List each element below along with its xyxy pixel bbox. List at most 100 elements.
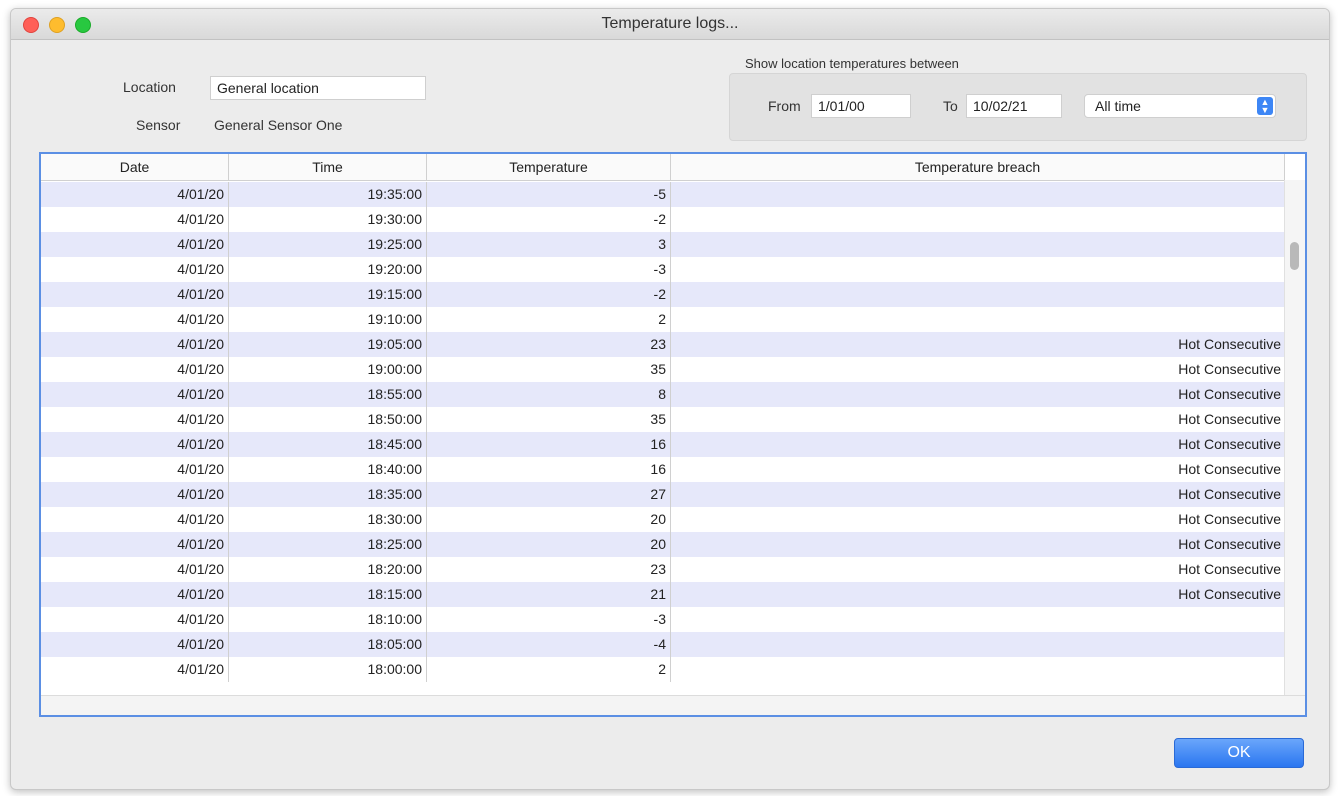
column-header-time[interactable]: Time bbox=[229, 154, 427, 180]
cell-temperature: 35 bbox=[427, 357, 671, 382]
table-row[interactable]: 4/01/20 18:35:00 27 Hot Consecutive bbox=[41, 482, 1285, 507]
cell-time: 19:35:00 bbox=[229, 182, 427, 207]
up-down-chevron-icon: ▲ ▼ bbox=[1257, 97, 1273, 115]
cell-temperature: -3 bbox=[427, 257, 671, 282]
table-row[interactable]: 4/01/20 19:15:00 -2 bbox=[41, 282, 1285, 307]
cell-temperature-breach bbox=[671, 632, 1285, 657]
to-date-field[interactable]: 10/02/21 bbox=[966, 94, 1062, 118]
table-row[interactable]: 4/01/20 18:00:00 2 bbox=[41, 657, 1285, 682]
cell-date: 4/01/20 bbox=[41, 657, 229, 682]
cell-time: 18:35:00 bbox=[229, 482, 427, 507]
cell-date: 4/01/20 bbox=[41, 507, 229, 532]
title-bar[interactable]: Temperature logs... bbox=[11, 9, 1329, 40]
window-title: Temperature logs... bbox=[601, 15, 739, 32]
table-row[interactable]: 4/01/20 19:20:00 -3 bbox=[41, 257, 1285, 282]
cell-temperature: 23 bbox=[427, 332, 671, 357]
cell-time: 18:40:00 bbox=[229, 457, 427, 482]
sensor-value: General Sensor One bbox=[214, 117, 343, 133]
cell-temperature-breach bbox=[671, 307, 1285, 332]
cell-temperature-breach bbox=[671, 282, 1285, 307]
table-row[interactable]: 4/01/20 18:20:00 23 Hot Consecutive bbox=[41, 557, 1285, 582]
to-label: To bbox=[943, 98, 958, 114]
cell-temperature-breach: Hot Consecutive bbox=[1178, 511, 1281, 527]
cell-time: 18:50:00 bbox=[229, 407, 427, 432]
table-row[interactable]: 4/01/20 19:05:00 23 Hot Consecutive bbox=[41, 332, 1285, 357]
cell-date: 4/01/20 bbox=[41, 557, 229, 582]
cell-temperature: 20 bbox=[427, 507, 671, 532]
sensor-label: Sensor bbox=[136, 117, 181, 133]
location-field[interactable]: General location bbox=[210, 76, 426, 100]
cell-temperature-breach: Hot Consecutive bbox=[1178, 386, 1281, 402]
table-footer bbox=[41, 695, 1305, 715]
cell-date: 4/01/20 bbox=[41, 232, 229, 257]
cell-temperature-breach: Hot Consecutive bbox=[1178, 436, 1281, 452]
cell-date: 4/01/20 bbox=[41, 257, 229, 282]
table-row[interactable]: 4/01/20 18:15:00 21 Hot Consecutive bbox=[41, 582, 1285, 607]
cell-time: 18:45:00 bbox=[229, 432, 427, 457]
cell-time: 19:10:00 bbox=[229, 307, 427, 332]
cell-temperature: 8 bbox=[427, 382, 671, 407]
cell-temperature-breach: Hot Consecutive bbox=[1178, 461, 1281, 477]
column-header-temperature-breach[interactable]: Temperature breach bbox=[671, 154, 1285, 180]
cell-temperature: -3 bbox=[427, 607, 671, 632]
table-row[interactable]: 4/01/20 19:30:00 -2 bbox=[41, 207, 1285, 232]
table-row[interactable]: 4/01/20 18:25:00 20 Hot Consecutive bbox=[41, 532, 1285, 557]
date-preset-select[interactable]: All time ▲ ▼ bbox=[1084, 94, 1276, 118]
scrollbar-thumb[interactable] bbox=[1290, 242, 1299, 270]
cell-date: 4/01/20 bbox=[41, 382, 229, 407]
cell-temperature: -2 bbox=[427, 207, 671, 232]
table-row[interactable]: 4/01/20 19:25:00 3 bbox=[41, 232, 1285, 257]
date-range-group-title: Show location temperatures between bbox=[745, 56, 959, 71]
table-row[interactable]: 4/01/20 19:00:00 35 Hot Consecutive bbox=[41, 357, 1285, 382]
cell-temperature: 16 bbox=[427, 432, 671, 457]
column-header-date[interactable]: Date bbox=[41, 154, 229, 180]
cell-temperature-breach: Hot Consecutive bbox=[1178, 486, 1281, 502]
cell-temperature-breach: Hot Consecutive bbox=[1178, 411, 1281, 427]
date-range-group: From 1/01/00 To 10/02/21 All time ▲ ▼ bbox=[729, 73, 1307, 141]
date-preset-value: All time bbox=[1095, 98, 1141, 114]
cell-temperature-breach bbox=[671, 257, 1285, 282]
cell-time: 18:25:00 bbox=[229, 532, 427, 557]
cell-time: 18:20:00 bbox=[229, 557, 427, 582]
location-label: Location bbox=[123, 79, 176, 95]
cell-time: 18:00:00 bbox=[229, 657, 427, 682]
cell-temperature-breach: Hot Consecutive bbox=[1178, 561, 1281, 577]
table-row[interactable]: 4/01/20 18:50:00 35 Hot Consecutive bbox=[41, 407, 1285, 432]
cell-time: 19:05:00 bbox=[229, 332, 427, 357]
cell-time: 19:20:00 bbox=[229, 257, 427, 282]
table-row[interactable]: 4/01/20 18:10:00 -3 bbox=[41, 607, 1285, 632]
cell-time: 19:15:00 bbox=[229, 282, 427, 307]
cell-date: 4/01/20 bbox=[41, 282, 229, 307]
cell-temperature-breach: Hot Consecutive bbox=[1178, 361, 1281, 377]
table-row[interactable]: 4/01/20 18:30:00 20 Hot Consecutive bbox=[41, 507, 1285, 532]
cell-date: 4/01/20 bbox=[41, 532, 229, 557]
temperature-log-table[interactable]: Date Time Temperature Temperature breach… bbox=[39, 152, 1307, 717]
cell-time: 19:25:00 bbox=[229, 232, 427, 257]
cell-date: 4/01/20 bbox=[41, 582, 229, 607]
cell-time: 18:10:00 bbox=[229, 607, 427, 632]
column-header-temperature[interactable]: Temperature bbox=[427, 154, 671, 180]
cell-temperature: -5 bbox=[427, 182, 671, 207]
cell-date: 4/01/20 bbox=[41, 407, 229, 432]
ok-button[interactable]: OK bbox=[1174, 738, 1304, 768]
table-row[interactable]: 4/01/20 18:40:00 16 Hot Consecutive bbox=[41, 457, 1285, 482]
cell-temperature: 35 bbox=[427, 407, 671, 432]
cell-temperature: 16 bbox=[427, 457, 671, 482]
cell-time: 19:00:00 bbox=[229, 357, 427, 382]
cell-temperature: 3 bbox=[427, 232, 671, 257]
table-row[interactable]: 4/01/20 18:05:00 -4 bbox=[41, 632, 1285, 657]
table-row[interactable]: 4/01/20 18:45:00 16 Hot Consecutive bbox=[41, 432, 1285, 457]
table-row[interactable]: 4/01/20 19:35:00 -5 bbox=[41, 182, 1285, 207]
table-row[interactable]: 4/01/20 18:55:00 8 Hot Consecutive bbox=[41, 382, 1285, 407]
cell-date: 4/01/20 bbox=[41, 632, 229, 657]
cell-time: 19:30:00 bbox=[229, 207, 427, 232]
cell-time: 18:55:00 bbox=[229, 382, 427, 407]
cell-temperature: 27 bbox=[427, 482, 671, 507]
cell-temperature-breach bbox=[671, 657, 1285, 682]
vertical-scrollbar[interactable] bbox=[1284, 180, 1305, 695]
table-row[interactable]: 4/01/20 19:10:00 2 bbox=[41, 307, 1285, 332]
cell-temperature-breach bbox=[671, 182, 1285, 207]
from-date-field[interactable]: 1/01/00 bbox=[811, 94, 911, 118]
cell-temperature: 2 bbox=[427, 657, 671, 682]
cell-temperature-breach bbox=[671, 232, 1285, 257]
